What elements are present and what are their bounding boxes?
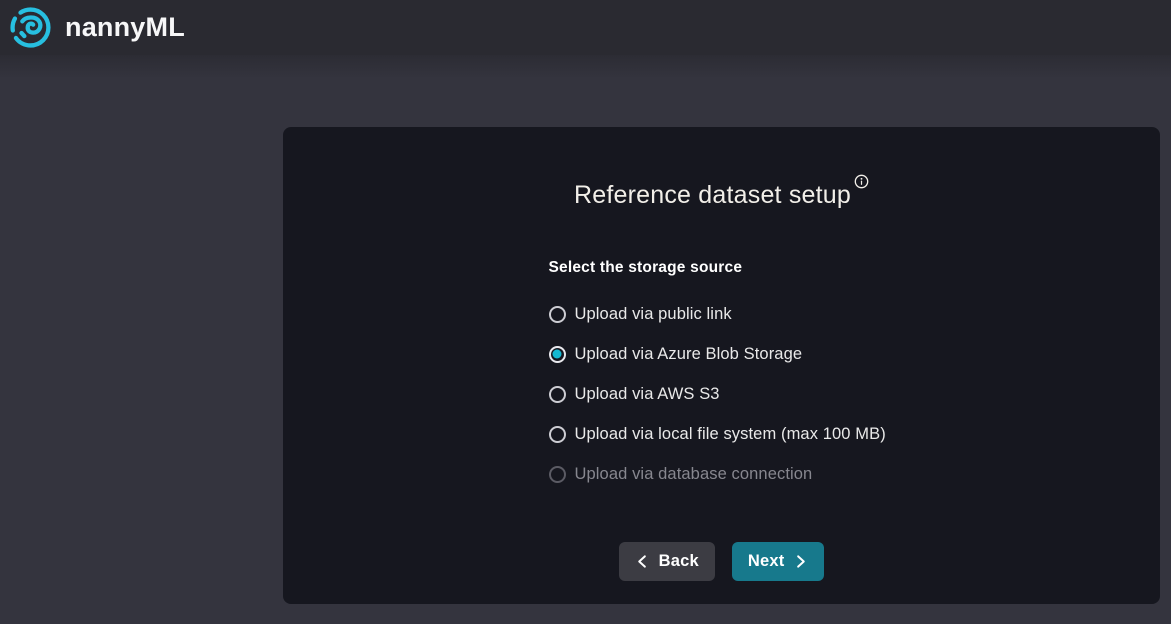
reference-dataset-setup-card: Reference dataset setup Select the stora… xyxy=(283,127,1160,604)
section-label: Select the storage source xyxy=(549,257,895,279)
back-button-label: Back xyxy=(659,552,699,571)
next-button-label: Next xyxy=(748,552,785,571)
radio-upload-local-file-system[interactable] xyxy=(549,426,566,443)
option-upload-azure-blob-storage[interactable]: Upload via Azure Blob Storage xyxy=(549,334,895,374)
wordmark-ml: ML xyxy=(146,12,185,42)
option-label: Upload via database connection xyxy=(575,465,813,484)
option-upload-public-link[interactable]: Upload via public link xyxy=(549,294,895,334)
option-upload-local-file-system[interactable]: Upload via local file system (max 100 MB… xyxy=(549,414,895,454)
radio-upload-aws-s3[interactable] xyxy=(549,386,566,403)
radio-upload-public-link[interactable] xyxy=(549,306,566,323)
back-button[interactable]: Back xyxy=(619,542,715,581)
card-title-row: Reference dataset setup xyxy=(283,174,1160,210)
page-title: Reference dataset setup xyxy=(574,181,851,209)
chevron-left-icon xyxy=(635,554,650,569)
top-bar: nannyML xyxy=(0,0,1171,55)
option-label: Upload via local file system (max 100 MB… xyxy=(575,425,886,444)
page-background: Reference dataset setup Select the stora… xyxy=(0,55,1171,624)
next-button[interactable]: Next xyxy=(732,542,825,581)
radio-upload-azure-blob-storage[interactable] xyxy=(549,346,566,363)
option-label: Upload via Azure Blob Storage xyxy=(575,345,803,364)
option-label: Upload via AWS S3 xyxy=(575,385,720,404)
storage-source-radio-group: Upload via public link Upload via Azure … xyxy=(549,294,895,494)
nannyml-wordmark: nannyML xyxy=(65,14,185,41)
wordmark-nanny: nanny xyxy=(65,12,146,42)
option-upload-database-connection: Upload via database connection xyxy=(549,454,895,494)
option-label: Upload via public link xyxy=(575,305,732,324)
info-icon[interactable] xyxy=(854,174,869,189)
radio-upload-database-connection xyxy=(549,466,566,483)
storage-source-form: Select the storage source Upload via pub… xyxy=(549,257,895,494)
nannyml-logo-icon xyxy=(9,6,52,49)
wizard-nav-buttons: Back Next xyxy=(283,542,1160,581)
option-upload-aws-s3[interactable]: Upload via AWS S3 xyxy=(549,374,895,414)
chevron-right-icon xyxy=(793,554,808,569)
